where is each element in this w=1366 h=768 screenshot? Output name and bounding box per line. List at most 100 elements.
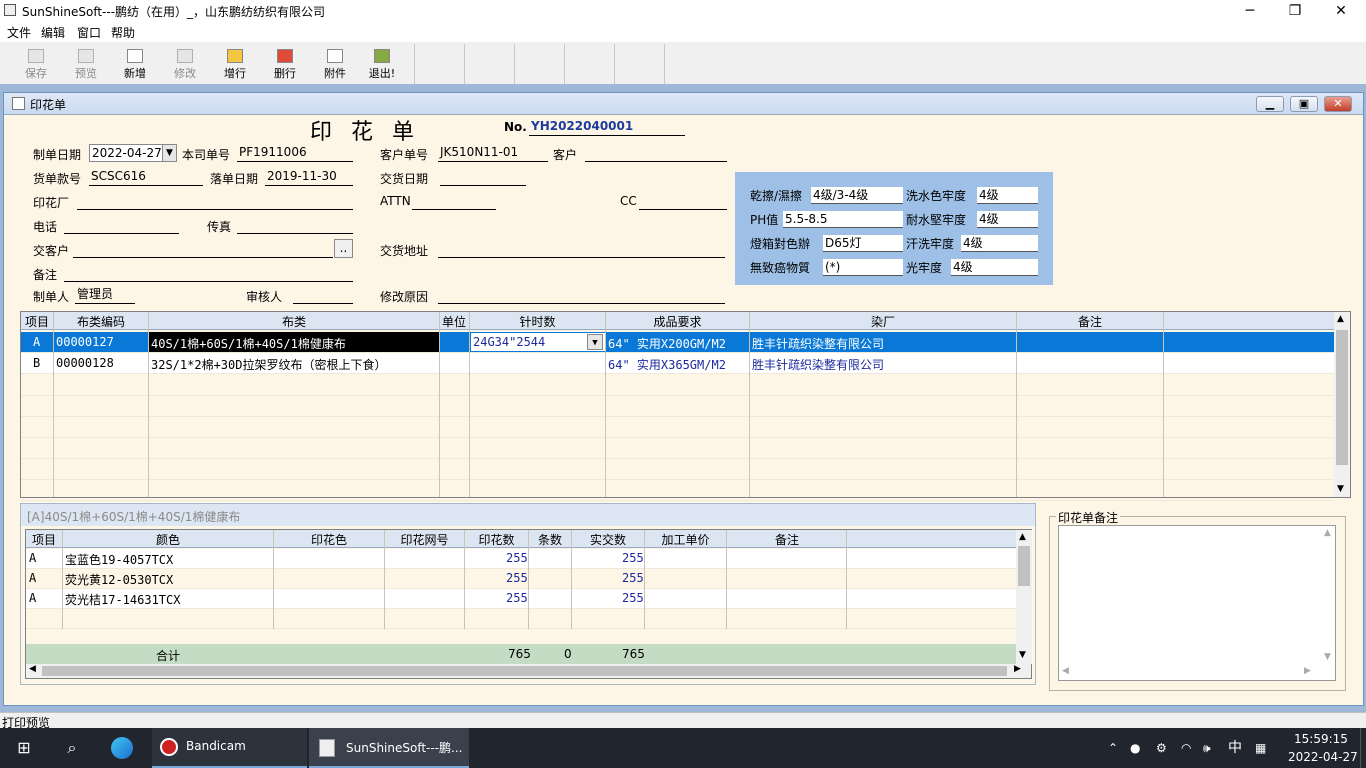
light-box-field[interactable]: D65灯 bbox=[823, 235, 903, 252]
water-fastness-field[interactable]: 4级 bbox=[977, 211, 1038, 228]
menu-edit[interactable]: 编辑 bbox=[41, 24, 65, 41]
table-row[interactable] bbox=[21, 480, 1334, 501]
delivery-address-field[interactable] bbox=[438, 240, 725, 258]
remark-field[interactable] bbox=[64, 264, 353, 282]
scroll-down-icon[interactable]: ▼ bbox=[1337, 484, 1344, 494]
cargo-no-field[interactable]: SCSC616 bbox=[89, 168, 203, 186]
table-row[interactable] bbox=[21, 396, 1334, 417]
add-button[interactable]: 新增 bbox=[110, 46, 160, 84]
save-button[interactable]: 保存 bbox=[11, 46, 61, 84]
table-row[interactable] bbox=[21, 459, 1334, 480]
company-no-field[interactable]: PF1911006 bbox=[237, 144, 353, 162]
order-date-field[interactable]: 2019-11-30 bbox=[265, 168, 353, 186]
maximize-button[interactable]: ❐ bbox=[1272, 0, 1318, 22]
note-vscrollbar[interactable]: ▲ ▼ bbox=[1321, 526, 1335, 666]
delivery-customer-field[interactable] bbox=[73, 240, 333, 258]
table-row[interactable] bbox=[21, 417, 1334, 438]
wash-fastness-field[interactable]: 4级 bbox=[977, 187, 1038, 204]
child-close-button[interactable]: ✕ bbox=[1324, 96, 1352, 112]
ime-mode-icon[interactable]: ⚙ bbox=[1156, 728, 1167, 768]
light-fastness-field[interactable]: 4级 bbox=[951, 259, 1038, 276]
add-row-button[interactable]: 增行 bbox=[210, 46, 260, 84]
phone-field[interactable] bbox=[64, 216, 179, 234]
scrollbar-thumb[interactable] bbox=[1018, 546, 1030, 586]
printer-field[interactable] bbox=[77, 192, 353, 210]
ph-field[interactable]: 5.5-8.5 bbox=[783, 211, 903, 228]
scroll-up-icon[interactable]: ▲ bbox=[1324, 528, 1331, 538]
minimize-button[interactable]: ─ bbox=[1227, 0, 1273, 22]
search-icon[interactable]: ⌕ bbox=[60, 728, 84, 768]
taskbar-app-bandicam[interactable]: Bandicam bbox=[152, 728, 307, 768]
menu-window[interactable]: 窗口 bbox=[77, 24, 101, 41]
show-desktop-button[interactable] bbox=[1360, 728, 1366, 768]
maker-field[interactable]: 管理员 bbox=[75, 286, 135, 304]
cc-field[interactable] bbox=[639, 192, 727, 210]
cell-fabric[interactable]: 40S/1棉+60S/1棉+40S/1棉健康布 bbox=[149, 332, 439, 352]
ime-indicator[interactable]: 中 bbox=[1228, 728, 1242, 768]
keyboard-icon[interactable]: ▦ bbox=[1255, 728, 1266, 768]
child-titlebar: 印花单 ▁ ▣ ✕ bbox=[4, 93, 1363, 115]
column-divider bbox=[749, 312, 750, 497]
modify-button[interactable]: 修改 bbox=[160, 46, 210, 84]
fax-field[interactable] bbox=[237, 216, 353, 234]
chevron-down-icon[interactable]: ▼ bbox=[587, 334, 603, 350]
child-restore-button[interactable]: ▣ bbox=[1290, 96, 1318, 112]
fabric-grid-scrollbar[interactable]: ▲ ▼ bbox=[1334, 312, 1350, 497]
ph-label: PH值 bbox=[750, 213, 779, 227]
chevron-up-icon[interactable]: ⌃ bbox=[1108, 728, 1118, 768]
customer-field[interactable] bbox=[585, 144, 727, 162]
attn-field[interactable] bbox=[412, 192, 496, 210]
header-color: 颜色 bbox=[155, 533, 180, 547]
table-row[interactable] bbox=[21, 438, 1334, 459]
color-grid-vscrollbar[interactable]: ▲ ▼ bbox=[1016, 530, 1032, 664]
clock-time[interactable]: 15:59:15 bbox=[1294, 732, 1348, 746]
table-row[interactable]: A 荧光桔17-14631TCX 255 255 bbox=[26, 589, 1016, 609]
color-grid-hscrollbar[interactable]: ◀ ▶ bbox=[26, 664, 1031, 678]
clock-date[interactable]: 2022-04-27 bbox=[1288, 750, 1358, 764]
scroll-down-icon[interactable]: ▼ bbox=[1324, 652, 1331, 662]
table-row[interactable]: B 00000128 32S/1*2棉+30D拉架罗纹布（密根上下食） 64" … bbox=[21, 353, 1334, 374]
dry-wet-rub-field[interactable]: 4级/3-4级 bbox=[811, 187, 903, 204]
scroll-left-icon[interactable]: ◀ bbox=[1062, 666, 1069, 676]
scroll-left-icon[interactable]: ◀ bbox=[29, 664, 36, 674]
cell-needle-dropdown[interactable]: 24G34"2544 bbox=[471, 333, 605, 351]
scrollbar-thumb[interactable] bbox=[42, 666, 1007, 676]
scroll-right-icon[interactable]: ▶ bbox=[1304, 666, 1311, 676]
customer-no-field[interactable]: JK510N11-01 bbox=[438, 144, 548, 162]
cell-actual-qty: 255 bbox=[622, 591, 644, 605]
close-button[interactable]: ✕ bbox=[1318, 0, 1364, 22]
sweat-fastness-field[interactable]: 4级 bbox=[961, 235, 1038, 252]
exit-button[interactable]: 退出! bbox=[357, 46, 407, 84]
scrollbar-thumb[interactable] bbox=[1336, 330, 1348, 465]
child-minimize-button[interactable]: ▁ bbox=[1256, 96, 1284, 112]
menu-help[interactable]: 帮助 bbox=[111, 24, 135, 41]
browse-button[interactable]: .. bbox=[334, 239, 353, 258]
windows-start-icon[interactable]: ⊞ bbox=[12, 728, 36, 768]
note-hscrollbar[interactable]: ◀ ▶ bbox=[1059, 666, 1321, 680]
wechat-icon[interactable]: ● bbox=[1130, 728, 1140, 768]
table-row[interactable] bbox=[26, 609, 1016, 629]
edge-browser-icon[interactable] bbox=[111, 737, 133, 759]
attachment-button[interactable]: 附件 bbox=[310, 46, 360, 84]
table-row[interactable]: A 荧光黄12-0530TCX 255 255 bbox=[26, 569, 1016, 589]
taskbar-app-sunshinesoft[interactable]: SunShineSoft---鹏... bbox=[309, 728, 469, 768]
toolbar-separator bbox=[464, 44, 465, 84]
table-row[interactable] bbox=[21, 375, 1334, 396]
table-row[interactable]: A 00000127 40S/1棉+60S/1棉+40S/1棉健康布 24G34… bbox=[21, 332, 1334, 353]
chevron-down-icon[interactable]: ▼ bbox=[162, 145, 176, 161]
scroll-up-icon[interactable]: ▲ bbox=[1019, 532, 1026, 542]
menu-file[interactable]: 文件 bbox=[7, 24, 31, 41]
preview-button[interactable]: 预览 bbox=[61, 46, 111, 84]
network-icon[interactable]: ◠ bbox=[1181, 728, 1191, 768]
delete-row-button[interactable]: 删行 bbox=[260, 46, 310, 84]
carcinogen-field[interactable]: (*) bbox=[823, 259, 903, 276]
modify-reason-field[interactable] bbox=[438, 286, 725, 304]
scroll-right-icon[interactable]: ▶ bbox=[1014, 664, 1021, 674]
volume-icon[interactable]: 🕪 bbox=[1203, 728, 1211, 768]
scroll-up-icon[interactable]: ▲ bbox=[1337, 314, 1344, 324]
delivery-date-field[interactable] bbox=[440, 168, 526, 186]
scroll-down-icon[interactable]: ▼ bbox=[1019, 650, 1026, 660]
reviewer-field[interactable] bbox=[293, 286, 353, 304]
print-note-textarea[interactable]: ▲ ▼ ◀ ▶ bbox=[1058, 525, 1336, 681]
table-row[interactable]: A 宝蓝色19-4057TCX 255 255 bbox=[26, 549, 1016, 569]
